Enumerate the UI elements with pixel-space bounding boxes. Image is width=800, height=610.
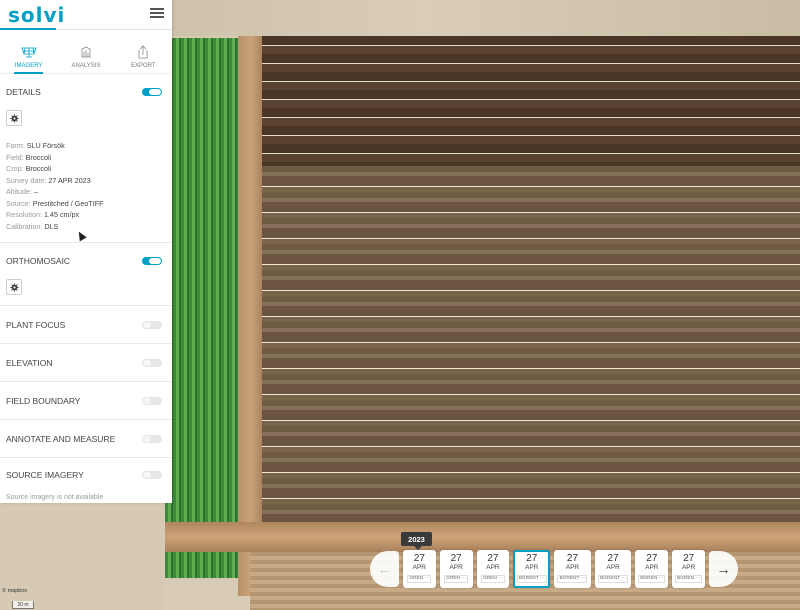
map-terrain xyxy=(172,0,800,36)
elevation-toggle[interactable] xyxy=(142,358,162,367)
detail-crop: Crop: Broccoli xyxy=(6,164,52,173)
annotate-measure-section: ANNOTATE AND MEASURE xyxy=(0,420,172,458)
orthomosaic-title: ORTHOMOSAIC xyxy=(6,256,71,266)
previous-date-button[interactable]: ← xyxy=(370,551,399,587)
detail-field: Field: Broccoli xyxy=(6,152,52,162)
gear-icon xyxy=(9,113,19,123)
plant-focus-toggle[interactable] xyxy=(142,320,162,329)
sidebar: solvi IMAGERY ANALYSIS EXPORT DETAILS Fa… xyxy=(0,0,172,503)
orthomosaic-settings-button[interactable] xyxy=(6,279,22,295)
detail-source: Source: Prestitched / GeoTIFF xyxy=(6,198,104,208)
tab-label: EXPORT xyxy=(131,63,156,69)
date-card[interactable]: 27 APR BGREN ··· xyxy=(635,550,669,588)
map-road xyxy=(238,36,264,596)
solar-panel-icon xyxy=(21,47,37,58)
detail-resolution: Resolution: 1.45 cm/px xyxy=(6,210,80,219)
detail-farm: Farm: SLU Försök xyxy=(6,141,65,150)
tab-analysis[interactable]: ANALYSIS xyxy=(57,30,114,73)
map-scale-bar: 20 m xyxy=(12,601,34,609)
details-toggle[interactable] xyxy=(142,88,162,96)
date-card[interactable]: 27 APR BGREN ··· xyxy=(672,550,706,588)
annotate-measure-title: ANNOTATE AND MEASURE xyxy=(6,433,116,444)
source-imagery-section: SOURCE IMAGERY Source imagery is not ava… xyxy=(0,458,172,509)
sidebar-header: solvi xyxy=(0,0,172,30)
tab-label: IMAGERY xyxy=(14,63,43,69)
source-imagery-toggle[interactable] xyxy=(142,471,162,479)
field-boundary-section: FIELD BOUNDARY xyxy=(0,382,172,420)
export-icon xyxy=(138,45,148,59)
map-field xyxy=(262,36,800,166)
detail-survey-date: Survey date: 27 APR 2023 xyxy=(6,175,91,185)
orthomosaic-toggle[interactable] xyxy=(142,257,162,265)
map-road xyxy=(165,522,800,552)
gear-icon xyxy=(9,282,19,292)
plant-focus-title: PLANT FOCUS xyxy=(6,319,66,330)
map-crop-strip xyxy=(165,38,240,578)
date-card[interactable]: 27 APR BGRENT ··· xyxy=(554,550,591,588)
elevation-title: ELEVATION xyxy=(6,357,53,368)
field-boundary-toggle[interactable] xyxy=(142,396,162,405)
detail-calibration: Calibration: DLS xyxy=(6,221,59,231)
logo: solvi xyxy=(8,2,66,27)
arrow-left-icon: ← xyxy=(377,561,392,577)
date-card[interactable]: 27 APR GREN ··· xyxy=(476,550,510,588)
source-imagery-title: SOURCE IMAGERY xyxy=(6,470,84,480)
map-field xyxy=(262,166,800,522)
details-list: Farm: SLU Försök Field: Broccoli Crop: B… xyxy=(6,134,162,242)
year-badge: 2023 xyxy=(401,532,432,550)
tab-export[interactable]: EXPORT xyxy=(115,30,172,73)
annotate-measure-toggle[interactable] xyxy=(142,434,162,443)
date-card[interactable]: 27 APR GREN ··· xyxy=(402,550,436,588)
detail-altitude: Altitude: – xyxy=(6,187,38,196)
elevation-section: ELEVATION xyxy=(0,344,172,382)
details-title: DETAILS xyxy=(6,87,41,97)
date-card-selected[interactable]: 27 APR BGRENT ··· xyxy=(513,550,551,588)
source-imagery-note: Source imagery is not available xyxy=(6,494,104,501)
hamburger-menu-icon[interactable] xyxy=(150,8,164,18)
orthomosaic-section: ORTHOMOSAIC xyxy=(0,243,172,306)
tab-label: ANALYSIS xyxy=(71,63,101,69)
map-attribution[interactable]: © mapbox xyxy=(2,588,27,594)
next-date-button[interactable]: → xyxy=(709,551,738,587)
chart-icon xyxy=(81,46,91,58)
plant-focus-section: PLANT FOCUS xyxy=(0,306,172,344)
tab-bar: IMAGERY ANALYSIS EXPORT xyxy=(0,30,172,74)
arrow-right-icon: → xyxy=(716,561,731,577)
field-boundary-title: FIELD BOUNDARY xyxy=(6,395,81,406)
details-settings-button[interactable] xyxy=(6,110,22,126)
date-card[interactable]: 27 APR GREN ··· xyxy=(439,550,473,588)
date-timeline: ← 27 APR GREN ··· 27 APR GREN ··· 27 APR GREN … xyxy=(370,549,738,589)
date-card[interactable]: 27 APR BGRENT ··· xyxy=(594,550,632,588)
tab-imagery[interactable]: IMAGERY xyxy=(0,30,57,74)
details-section: DETAILS Farm: SLU Försök Field: Broccoli… xyxy=(0,74,172,243)
